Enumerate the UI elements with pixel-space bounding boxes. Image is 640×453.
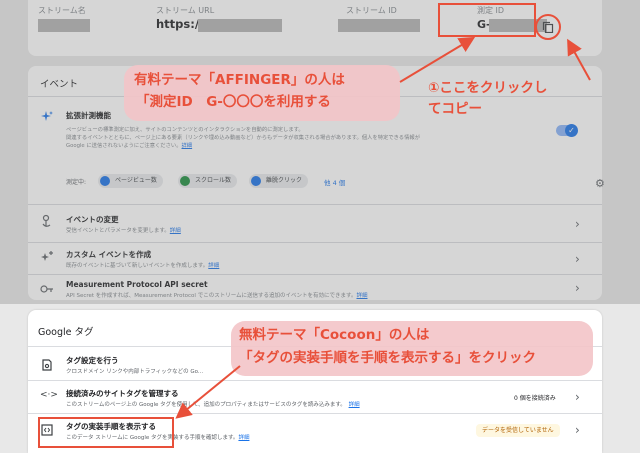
chevron-right-icon[interactable]: ›: [575, 281, 580, 295]
affinger-annotation: 有料テーマ「AFFINGER」の人は 「測定ID G-〇〇〇を利用する: [124, 65, 400, 121]
mp-secret-title: Measurement Protocol API secret: [66, 280, 208, 289]
chevron-right-icon[interactable]: ›: [575, 390, 580, 404]
create-event-desc: 既存のイベントに基づいて新しいイベントを作成します。詳細: [66, 261, 219, 269]
copy-annotation: ①ここをクリックし てコピー: [428, 78, 547, 120]
stream-url-redacted: [198, 19, 282, 32]
cocoon-line1: 無料テーマ「Cocoon」の人は: [239, 327, 430, 343]
em-desc-line1: ページビューの標準測定に加え、サイトのコンテンツとのインタラクションを自動的に測…: [66, 127, 304, 133]
eye-icon: [100, 176, 110, 186]
key-icon: [40, 285, 53, 293]
install-instructions-highlight: [38, 417, 174, 448]
detail-link[interactable]: 詳細: [170, 228, 181, 234]
connected-tags-desc: このストリームのページ上の Google タグを使用して、追加のプロパティまたは…: [66, 400, 360, 408]
measurement-id-highlight: [438, 3, 536, 37]
no-data-badge: データを受信していません: [476, 424, 560, 437]
divider: [28, 274, 602, 275]
em-desc-line2: 関連するイベントとともに、ページ上にある要素（リンクや埋め込み動画など）からもデ…: [66, 135, 420, 141]
stream-url-label: ストリーム URL: [156, 6, 215, 15]
desc-text: このストリームのページ上の Google タグを使用して、追加のプロパティまたは…: [66, 402, 344, 408]
chip-label: スクロール数: [195, 177, 232, 184]
desc-text: 既存のイベントに基づいて新しいイベントを作成します。: [66, 263, 209, 269]
measuring-label: 測定中:: [66, 179, 87, 186]
tag-settings-title: タグ設定を行う: [66, 356, 119, 365]
desc-text: 受信イベントとパラメータを変更します。: [66, 228, 170, 234]
divider: [28, 242, 602, 243]
chip-scrolls[interactable]: スクロール数: [178, 174, 238, 188]
em-desc-line3-wrap: Google に送信されないようにご注意ください。詳細: [66, 142, 546, 150]
stream-name-label: ストリーム名: [38, 6, 86, 15]
copy-line1: ①ここをクリックし: [428, 80, 548, 96]
enhanced-measurement-desc: ページビューの標準測定に加え、サイトのコンテンツとのインタラクションを自動的に測…: [66, 126, 546, 150]
divider: [28, 413, 602, 414]
em-desc-line3: Google に送信されないようにご注意ください。: [66, 143, 182, 149]
chevron-right-icon[interactable]: ›: [575, 252, 580, 266]
cursor-icon: [251, 176, 261, 186]
chevron-right-icon[interactable]: ›: [575, 423, 580, 437]
detail-link[interactable]: 詳細: [238, 435, 249, 441]
check-icon: ✓: [565, 124, 578, 137]
modify-event-desc: 受信イベントとパラメータを変更します。詳細: [66, 226, 181, 234]
cocoon-annotation: 無料テーマ「Cocoon」の人は 「タグの実装手順を手順を表示する」をクリック: [231, 321, 593, 376]
copy-button-highlight: [535, 14, 561, 40]
cocoon-line2: 「タグの実装手順を手順を表示する」をクリック: [239, 350, 536, 366]
gear-icon[interactable]: ⚙: [595, 177, 605, 190]
mp-secret-desc: API Secret を作成すれば、Measurement Protocol で…: [66, 291, 368, 299]
chip-label: ページビュー数: [115, 177, 157, 184]
connected-count-badge: 0 個を接続済み: [514, 395, 556, 402]
detail-link[interactable]: 詳細: [349, 402, 360, 408]
divider: [28, 204, 602, 205]
detail-link[interactable]: 詳細: [208, 263, 219, 269]
detail-link[interactable]: 詳細: [356, 293, 367, 299]
google-tag-header: Google タグ: [38, 327, 94, 338]
touch-icon: [42, 214, 51, 227]
events-header: イベント: [40, 79, 79, 90]
chip-outbound-clicks[interactable]: 離脱クリック: [249, 174, 309, 188]
more-events-link[interactable]: 他 4 個: [324, 177, 345, 187]
stream-url-value: https://: [156, 17, 204, 31]
tag-settings-icon: [42, 359, 52, 371]
chip-label: 離脱クリック: [266, 177, 303, 184]
connected-tags-title: 接続済みのサイトタグを管理する: [66, 389, 179, 398]
tag-settings-desc: クロスドメイン リンクや内部トラフィックなどの Go...: [66, 369, 204, 375]
desc-text: API Secret を作成すれば、Measurement Protocol で…: [66, 293, 357, 299]
sparkle-icon: [41, 111, 53, 121]
create-event-title: カスタム イベントを作成: [66, 250, 152, 259]
stream-id-label: ストリーム ID: [346, 6, 397, 15]
stream-id-redacted: [338, 19, 420, 32]
chevron-right-icon[interactable]: ›: [575, 217, 580, 231]
modify-event-title: イベントの変更: [66, 215, 119, 224]
enhanced-measurement-toggle[interactable]: ✓: [556, 124, 578, 137]
stream-name-redacted: [38, 19, 90, 32]
enhanced-measurement-title: 拡張計測機能: [66, 111, 111, 120]
chip-pageviews[interactable]: ページビュー数: [98, 174, 163, 188]
connected-tags-icon: <·>: [40, 390, 58, 400]
sparkle-add-icon: [41, 251, 53, 261]
copy-line2: てコピー: [428, 101, 482, 117]
divider: [28, 380, 602, 381]
scroll-icon: [180, 176, 190, 186]
em-detail-link[interactable]: 詳細: [182, 143, 193, 149]
affinger-line1: 有料テーマ「AFFINGER」の人は: [134, 72, 345, 88]
affinger-line2: 「測定ID G-〇〇〇を利用する: [136, 94, 331, 110]
